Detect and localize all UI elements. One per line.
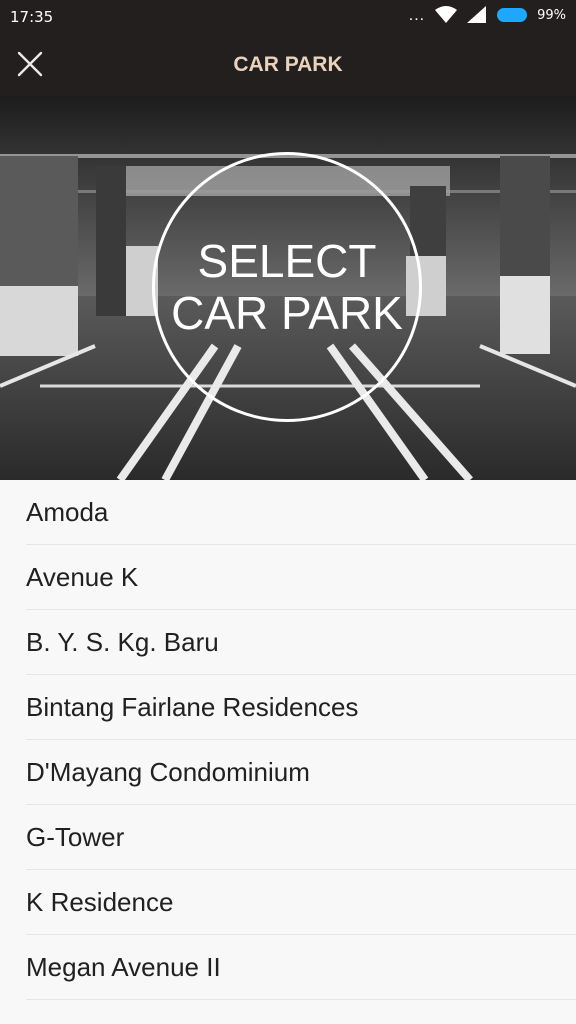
list-item[interactable]: G-Tower xyxy=(26,805,576,870)
list-item[interactable]: K Residence xyxy=(26,870,576,935)
page-title: CAR PARK xyxy=(233,53,343,76)
battery-percent: 99% xyxy=(537,7,566,23)
battery-icon xyxy=(497,8,528,22)
list-item[interactable]: Bintang Fairlane Residences xyxy=(26,675,576,740)
list-item[interactable]: Avenue K xyxy=(26,545,576,610)
car-park-list: Amoda Avenue K B. Y. S. Kg. Baru Bintang… xyxy=(0,480,576,1024)
cell-signal-icon xyxy=(467,6,487,23)
more-dots-icon: ... xyxy=(408,7,426,24)
close-icon xyxy=(17,51,43,77)
status-time: 17:35 xyxy=(10,8,54,26)
list-item[interactable]: Amoda xyxy=(26,480,576,545)
hero-line-1: SELECT xyxy=(197,235,377,287)
hero-line-2: CAR PARK xyxy=(171,287,403,339)
list-item[interactable]: B. Y. S. Kg. Baru xyxy=(26,610,576,675)
close-button[interactable] xyxy=(8,42,52,86)
app-bar: CAR PARK xyxy=(0,34,576,96)
list-item[interactable]: Megan Avenue II xyxy=(26,935,576,1000)
select-car-park-button[interactable]: SELECT CAR PARK xyxy=(152,152,422,422)
list-item[interactable]: D'Mayang Condominium xyxy=(26,740,576,805)
hero-banner: SELECT CAR PARK xyxy=(0,96,576,480)
status-icons: ... 99% xyxy=(409,6,566,24)
status-bar: 17:35 ... 99% xyxy=(0,0,576,34)
wifi-icon xyxy=(435,6,458,23)
